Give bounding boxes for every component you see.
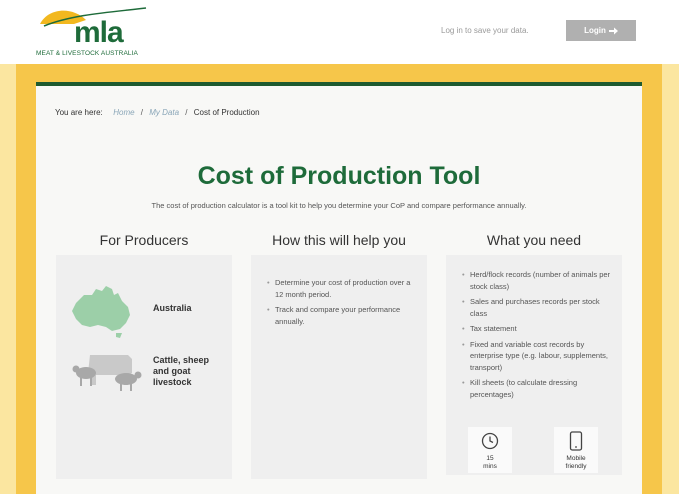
livestock-icon	[72, 355, 142, 391]
breadcrumb-home-link[interactable]: Home	[113, 108, 134, 117]
login-arrow-icon	[608, 27, 618, 34]
time-badge: 15 mins	[468, 427, 512, 473]
time-unit: mins	[483, 462, 497, 470]
mobile-label: friendly	[565, 462, 587, 470]
logo-subtitle: MEAT & LIVESTOCK AUSTRALIA	[36, 50, 138, 57]
need-list: Herd/flock records (number of animals pe…	[462, 269, 612, 404]
mobile-phone-icon	[569, 431, 583, 451]
login-button[interactable]: Login	[566, 20, 636, 41]
time-value: 15	[486, 455, 494, 462]
breadcrumb-prefix: You are here:	[55, 108, 103, 117]
list-item: Determine your cost of production over a…	[267, 277, 413, 300]
list-item: Herd/flock records (number of animals pe…	[462, 269, 612, 292]
mobile-text: Mobile friendly	[554, 455, 598, 470]
region-label: Australia	[153, 303, 192, 313]
help-list: Determine your cost of production over a…	[267, 277, 413, 331]
login-button-label: Login	[584, 26, 606, 35]
help-panel: Determine your cost of production over a…	[251, 255, 427, 479]
mobile-badge: Mobile friendly	[554, 427, 598, 473]
livestock-label-line: and goat	[153, 366, 191, 376]
mobile-label: Mobile	[566, 455, 586, 462]
page-title: Cost of Production Tool	[197, 162, 481, 190]
livestock-label: Cattle, sheep and goat livestock	[153, 355, 209, 388]
clock-icon	[481, 432, 499, 450]
need-heading: What you need	[486, 232, 582, 248]
page-subtitle: The cost of production calculator is a t…	[151, 201, 527, 210]
help-heading: How this will help you	[272, 232, 406, 248]
mla-logo[interactable]: mla MEAT & LIVESTOCK AUSTRALIA	[34, 4, 154, 62]
list-item: Sales and purchases records per stock cl…	[462, 296, 612, 319]
main-card: You are here: Home / My Data / Cost of P…	[36, 82, 642, 494]
breadcrumb-my-data-link[interactable]: My Data	[149, 108, 179, 117]
producers-panel: Australia Cattle, sheep and goat livesto…	[56, 255, 232, 479]
livestock-label-line: Cattle, sheep	[153, 355, 210, 365]
list-item: Kill sheets (to calculate dressing perce…	[462, 377, 612, 400]
breadcrumb-separator: /	[185, 108, 188, 117]
producers-heading: For Producers	[99, 232, 189, 248]
need-panel: Herd/flock records (number of animals pe…	[446, 255, 622, 475]
login-prompt: Log in to save your data.	[441, 26, 529, 35]
logo-wordmark: mla	[74, 16, 124, 49]
breadcrumb-separator: /	[140, 108, 144, 117]
livestock-label-line: livestock	[153, 377, 192, 387]
australia-map-icon	[72, 286, 130, 338]
list-item: Fixed and variable cost records by enter…	[462, 339, 612, 374]
list-item: Track and compare your performance annua…	[267, 304, 413, 327]
breadcrumb: You are here: Home / My Data / Cost of P…	[55, 108, 260, 117]
list-item: Tax statement	[462, 323, 612, 335]
breadcrumb-current: Cost of Production	[193, 108, 260, 117]
site-header: mla MEAT & LIVESTOCK AUSTRALIA Log in to…	[0, 0, 679, 64]
time-text: 15 mins	[468, 455, 512, 470]
